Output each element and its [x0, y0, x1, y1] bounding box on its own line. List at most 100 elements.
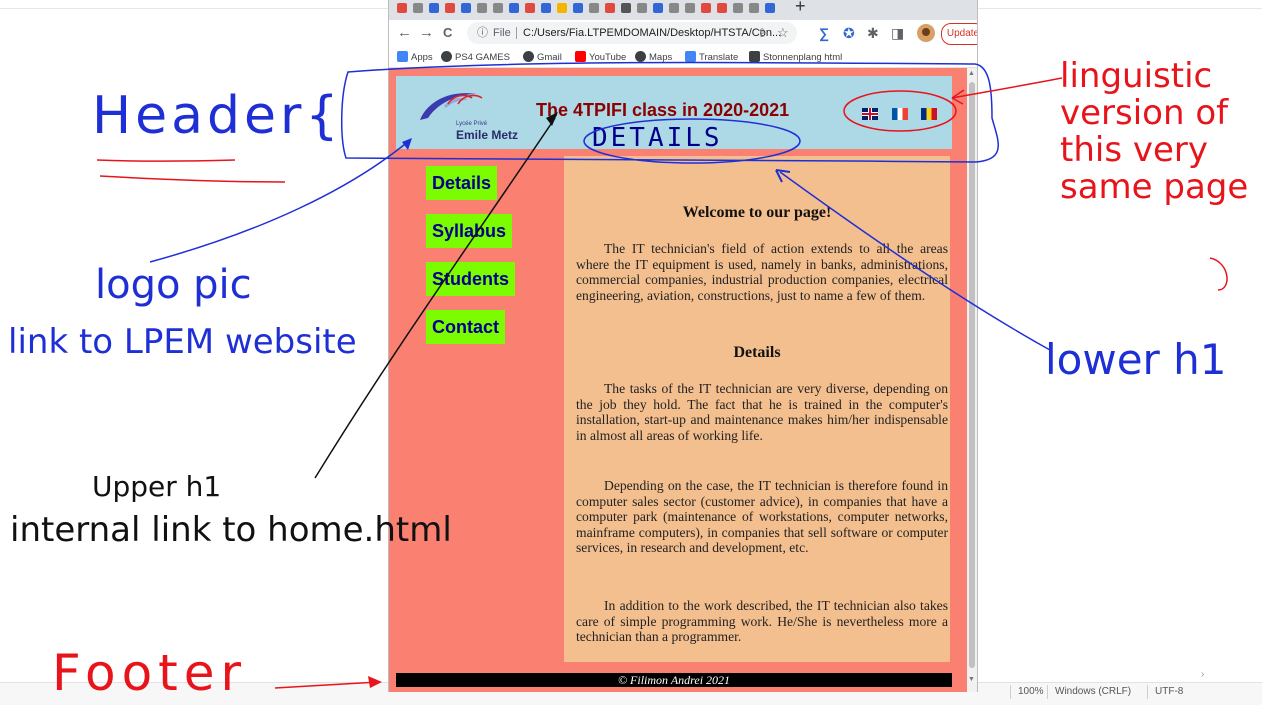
annotation-upper-h1: Upper h1 [92, 470, 222, 503]
tab-favicon-icon[interactable] [653, 3, 663, 13]
browser-window: + ← → C ⓘ File C:/Users/Fia.LTPEMDOMAIN/… [388, 0, 978, 692]
back-button[interactable]: ← [397, 24, 412, 42]
bookmark-youtube[interactable]: YouTube [575, 51, 626, 63]
tab-favicon-icon[interactable] [589, 3, 599, 13]
logo-subtitle: Lycée Privé [456, 121, 488, 127]
profile-avatar[interactable] [917, 24, 935, 42]
annotation-logo-link: link to LPEM website [8, 322, 357, 362]
scroll-up-icon[interactable]: ▲ [968, 70, 975, 77]
sigma-extension-icon[interactable]: ∑ [819, 24, 829, 42]
bookmarks-bar: Apps PS4 GAMES Gmail YouTube Maps Transl… [389, 47, 977, 68]
tab-favicon-icon[interactable] [461, 3, 471, 13]
details-heading: Details [733, 344, 781, 361]
tab-favicon-icon[interactable] [621, 3, 631, 13]
tab-favicon-icon[interactable] [685, 3, 695, 13]
address-separator [516, 27, 517, 39]
annotation-logo: logo pic [95, 262, 252, 308]
globe-icon [441, 51, 452, 62]
tab-favicon-icon[interactable] [525, 3, 535, 13]
annotation-lower-h1: lower h1 [1045, 335, 1227, 384]
bookmark-ps4-games[interactable]: PS4 GAMES [441, 51, 510, 63]
scroll-thumb[interactable] [969, 82, 975, 668]
tab-favicon-icon[interactable] [509, 3, 519, 13]
annotation-linguistic-line: linguistic [1060, 56, 1213, 96]
status-separator [1047, 685, 1048, 699]
logo-name: Emile Metz [456, 128, 519, 142]
nav-syllabus-link[interactable]: Syllabus [426, 214, 513, 248]
bookmark-apps[interactable]: Apps [397, 51, 433, 63]
page-viewport: Lycée Privé Emile Metz The 4TPIFI class … [389, 68, 967, 692]
bookmark-translate[interactable]: Translate [685, 51, 738, 63]
tab-favicon-icon[interactable] [733, 3, 743, 13]
status-zoom[interactable]: 100% [1018, 686, 1044, 697]
bookmark-star-icon[interactable]: ☆ [777, 22, 789, 44]
gb-flag-icon[interactable] [862, 108, 878, 120]
site-info-icon[interactable]: ⓘ [477, 22, 488, 44]
bookmark-label: Stonnenplang html [763, 52, 843, 63]
tab-favicon-icon[interactable] [765, 3, 775, 13]
translate-icon [685, 51, 696, 62]
tab-favicon-icon[interactable] [445, 3, 455, 13]
tab-favicon-icon[interactable] [413, 3, 423, 13]
update-button[interactable]: Update ⋮ [941, 23, 978, 59]
update-label: Update [946, 28, 978, 39]
bookmark-maps[interactable]: Maps [635, 51, 672, 63]
fr-flag-icon[interactable] [892, 108, 908, 120]
school-logo-link[interactable]: Lycée Privé Emile Metz [410, 84, 520, 142]
tab-favicon-icon[interactable] [701, 3, 711, 13]
tab-strip: + [389, 0, 977, 20]
address-scheme: File [493, 27, 511, 39]
lower-h1-title: DETAILS [592, 123, 723, 153]
tab-favicon-icon[interactable] [429, 3, 439, 13]
upper-h1-home-link[interactable]: The 4TPIFI class in 2020-2021 [536, 100, 789, 121]
tab-favicon-icon[interactable] [669, 3, 679, 13]
tab-favicon-icon[interactable] [541, 3, 551, 13]
bookmark-stonnenplang[interactable]: Stonnenplang html [749, 51, 842, 63]
tab-favicon-icon[interactable] [605, 3, 615, 13]
nav-students-link[interactable]: Students [426, 262, 516, 296]
new-tab-button[interactable]: + [795, 0, 806, 17]
bookmark-gmail[interactable]: Gmail [523, 51, 562, 63]
status-encoding[interactable]: UTF-8 [1155, 686, 1183, 697]
tab-favicon-icon[interactable] [637, 3, 647, 13]
forward-button[interactable]: → [419, 24, 434, 42]
status-line-ending[interactable]: Windows (CRLF) [1055, 686, 1131, 697]
reload-button[interactable]: C [443, 24, 452, 42]
tab-favicon-icon[interactable] [557, 3, 567, 13]
bookmark-label: Gmail [537, 52, 562, 63]
tab-favicon-icon[interactable] [477, 3, 487, 13]
nav-contact-link[interactable]: Contact [426, 310, 505, 344]
ro-flag-icon[interactable] [921, 108, 937, 120]
share-icon[interactable]: ⇪ [757, 22, 767, 44]
header-underline-stroke [96, 159, 236, 162]
annotation-footer: Footer [52, 644, 248, 702]
globe-icon [635, 51, 646, 62]
bookmark-label: PS4 GAMES [455, 52, 510, 63]
status-separator [1147, 685, 1148, 699]
browser-toolbar: ← → C ⓘ File C:/Users/Fia.LTPEMDOMAIN/De… [389, 20, 978, 59]
page-scrollbar[interactable]: ▲ ▼ [967, 68, 977, 692]
paragraph-field-of-action: The IT technician's field of action exte… [576, 241, 948, 303]
bookmark-label: Maps [649, 52, 673, 63]
extensions-puzzle-icon[interactable]: ✱ [867, 24, 879, 42]
address-url[interactable]: C:/Users/Fia.LTPEMDOMAIN/Desktop/HTSTA/C… [523, 22, 781, 44]
side-panel-icon[interactable]: ◨ [891, 24, 904, 42]
tab-favicon-icon[interactable] [717, 3, 727, 13]
avatar-face-icon [922, 28, 930, 36]
scroll-down-icon[interactable]: ▼ [968, 676, 975, 683]
address-bar[interactable]: ⓘ File C:/Users/Fia.LTPEMDOMAIN/Desktop/… [467, 22, 797, 44]
annotation-linguistic-line: version of [1060, 93, 1229, 133]
linguistic-curl-stroke [1209, 257, 1228, 291]
tab-favicon-icon[interactable] [397, 3, 407, 13]
tab-favicon-icon[interactable] [493, 3, 503, 13]
tab-favicon-icon[interactable] [749, 3, 759, 13]
editor-scroll-right-icon[interactable]: › [1201, 669, 1204, 680]
circle-extension-icon[interactable]: ✪ [843, 24, 855, 42]
logo-arrow-stroke [149, 139, 411, 263]
tab-favicon-icon[interactable] [573, 3, 583, 13]
header-underline-stroke [99, 175, 286, 183]
paragraph-sectors: Depending on the case, the IT technician… [576, 478, 948, 556]
nav-details-link[interactable]: Details [426, 166, 498, 200]
bookmark-label: YouTube [589, 52, 627, 63]
annotation-linguistic: linguistic version of this very same pag… [1060, 58, 1248, 206]
